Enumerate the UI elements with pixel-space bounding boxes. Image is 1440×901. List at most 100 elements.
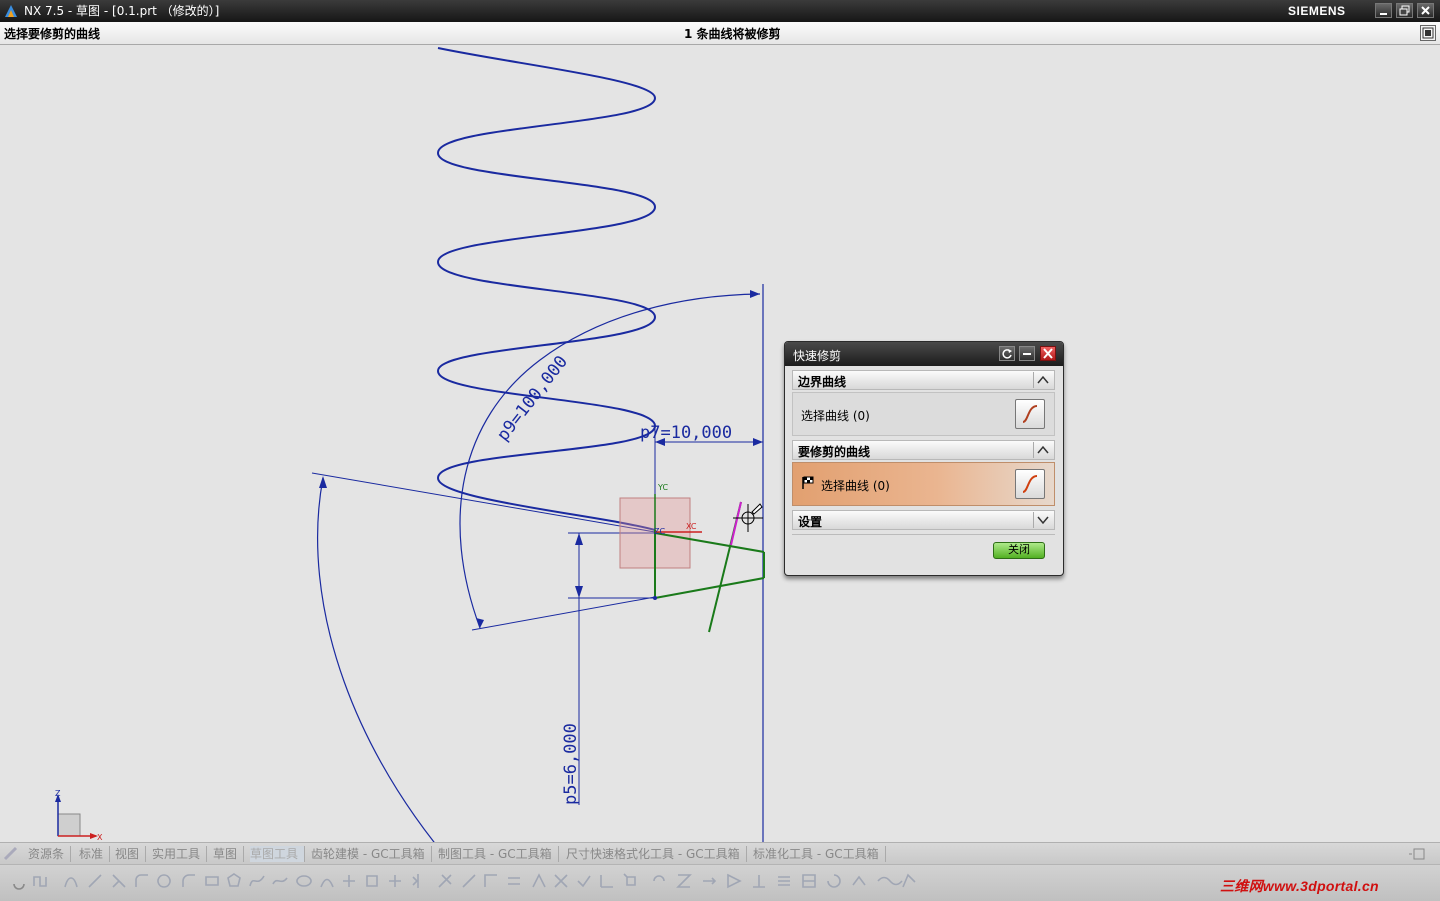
tab-gear-modeling[interactable]: 齿轮建模 - GC工具箱 (311, 846, 432, 862)
arrow-icon (319, 476, 327, 488)
tab-sketch[interactable]: 草图 (213, 846, 245, 862)
xc-label: XC (686, 522, 697, 531)
settings-icon[interactable] (13, 883, 25, 890)
sections-icon[interactable] (802, 874, 816, 888)
tab-drafting-tools[interactable]: 制图工具 - GC工具箱 (438, 846, 559, 862)
tab-dimension-format[interactable]: 尺寸快速格式化工具 - GC工具箱 (566, 846, 747, 862)
dimension-label-p5[interactable]: p5=6,000 (561, 723, 581, 805)
minimize-icon (1380, 13, 1387, 15)
group-label: 设置 (798, 515, 823, 529)
circle-icon[interactable] (157, 874, 171, 888)
conic-icon[interactable] (320, 878, 334, 888)
tab-standard[interactable]: 标准 (79, 846, 111, 862)
tab-menu-icon[interactable] (1408, 846, 1428, 862)
dialog-title-bar[interactable]: 快速修剪 (785, 342, 1063, 366)
close-dialog-button[interactable] (1040, 346, 1056, 361)
tab-standardization[interactable]: 标准化工具 - GC工具箱 (753, 846, 886, 862)
arc-icon[interactable] (64, 877, 78, 888)
zc-label: ZC (654, 527, 665, 536)
dimension-arc-p8[interactable] (317, 477, 480, 842)
status-text: 1 条曲线将被修剪 (684, 27, 781, 41)
close-window-button[interactable] (1417, 3, 1434, 18)
select-curve-button[interactable] (1015, 469, 1045, 499)
close-button[interactable]: 关闭 (993, 542, 1045, 559)
rectangle-icon[interactable] (205, 876, 219, 886)
collapse-dialog-button[interactable] (1019, 346, 1035, 361)
reattach-icon[interactable] (902, 873, 916, 888)
spiral-curve[interactable] (436, 47, 657, 531)
spline-icon[interactable] (249, 875, 265, 887)
quick-trim-icon[interactable] (438, 874, 452, 888)
group-label: 要修剪的曲线 (798, 445, 871, 459)
pattern-icon[interactable] (389, 875, 401, 887)
trim-select-curve-row[interactable]: 选择曲线 (0) (792, 462, 1055, 506)
quick-extend-icon[interactable] (462, 874, 476, 888)
restore-button[interactable] (1396, 3, 1413, 18)
animate-icon[interactable] (727, 873, 742, 889)
boundary-select-curve-row[interactable]: 选择曲线 (0) (792, 392, 1055, 436)
watermark: 三维网www.3dportal.cn (1220, 878, 1379, 894)
dialog-title: 快速修剪 (793, 349, 842, 363)
studio-spline-icon[interactable] (272, 877, 288, 885)
auto-constrain-icon[interactable] (623, 873, 636, 886)
minimize-button[interactable] (1375, 3, 1392, 18)
convert-icon[interactable] (676, 874, 692, 888)
line-icon[interactable] (88, 874, 102, 888)
offset-icon[interactable] (366, 875, 378, 887)
brand-label: SIEMENS (1288, 4, 1346, 18)
title-bar: NX 7.5 - 草图 - [0.1.prt （修改的）] SIEMENS (0, 0, 1440, 22)
trim-icon[interactable] (112, 874, 126, 888)
prompt-bar: 选择要修剪的曲线 1 条曲线将被修剪 (0, 22, 1440, 45)
arc-corner-icon[interactable] (182, 874, 195, 887)
make-corner-icon[interactable] (484, 874, 497, 887)
curve-icon (1022, 405, 1038, 423)
trim-highlight-line[interactable] (730, 501, 742, 546)
alternate-icon[interactable] (703, 877, 717, 885)
reset-button[interactable] (999, 346, 1015, 361)
prompt-bar-toggle-button[interactable] (1420, 25, 1436, 41)
update-icon[interactable] (827, 874, 841, 888)
resource-bar-icon[interactable] (3, 846, 19, 862)
tab-view[interactable]: 视图 (115, 846, 147, 862)
quick-trim-dialog: 快速修剪 边界曲线 选择曲线 (0) 要修剪的曲线 选择曲线 (0) 设置 关闭 (784, 341, 1064, 576)
tab-sketch-tools[interactable]: 草图工具 (250, 846, 306, 862)
group-curves-to-trim[interactable]: 要修剪的曲线 (792, 440, 1055, 460)
relations-icon[interactable] (653, 875, 665, 882)
chevron-down-icon[interactable] (1033, 512, 1052, 528)
close-icon (1043, 348, 1053, 359)
dimension-arc-p9[interactable] (459, 293, 761, 629)
derived-line-icon[interactable] (508, 877, 520, 885)
profile-icon[interactable] (33, 876, 47, 887)
sketch-point[interactable] (653, 596, 657, 600)
tab-utility[interactable]: 实用工具 (152, 846, 208, 862)
group-settings[interactable]: 设置 (792, 510, 1055, 530)
constraint-icon[interactable] (577, 875, 591, 888)
dimension-icon[interactable] (600, 875, 613, 888)
fillet-icon[interactable] (135, 874, 148, 887)
crosshair-cursor-icon (733, 503, 763, 532)
arrow-icon (753, 438, 763, 446)
display-icon[interactable] (778, 876, 790, 886)
select-curve-button[interactable] (1015, 399, 1045, 429)
graphics-window[interactable]: p9=100,000 p7=10,000 p5=6,000 p8 YC XC Z… (0, 45, 1440, 842)
sketch-line[interactable] (654, 577, 765, 599)
inferred-icon[interactable] (753, 875, 765, 888)
group-label: 边界曲线 (798, 375, 847, 389)
dimension-label-p7[interactable]: p7=10,000 (640, 423, 732, 443)
sketch-canvas[interactable]: p9=100,000 p7=10,000 p5=6,000 p8 YC XC Z… (0, 45, 1440, 842)
continuous-icon[interactable] (877, 876, 903, 886)
group-boundary-curves[interactable]: 边界曲线 (792, 370, 1055, 390)
project-icon[interactable] (532, 873, 546, 888)
chevron-up-icon[interactable] (1033, 372, 1052, 388)
point-icon[interactable] (343, 875, 355, 887)
mirror-icon[interactable] (412, 874, 419, 888)
ellipse-icon[interactable] (296, 875, 312, 887)
geometry-icon[interactable] (852, 875, 866, 886)
intersection-icon[interactable] (554, 874, 568, 888)
polygon-icon[interactable] (227, 873, 241, 887)
chevron-up-icon[interactable] (1033, 442, 1052, 458)
tab-resource-bar[interactable]: 资源条 (28, 846, 72, 862)
close-icon (1421, 6, 1430, 15)
triad-z-label: Z (55, 789, 61, 798)
arrow-icon (750, 290, 760, 298)
